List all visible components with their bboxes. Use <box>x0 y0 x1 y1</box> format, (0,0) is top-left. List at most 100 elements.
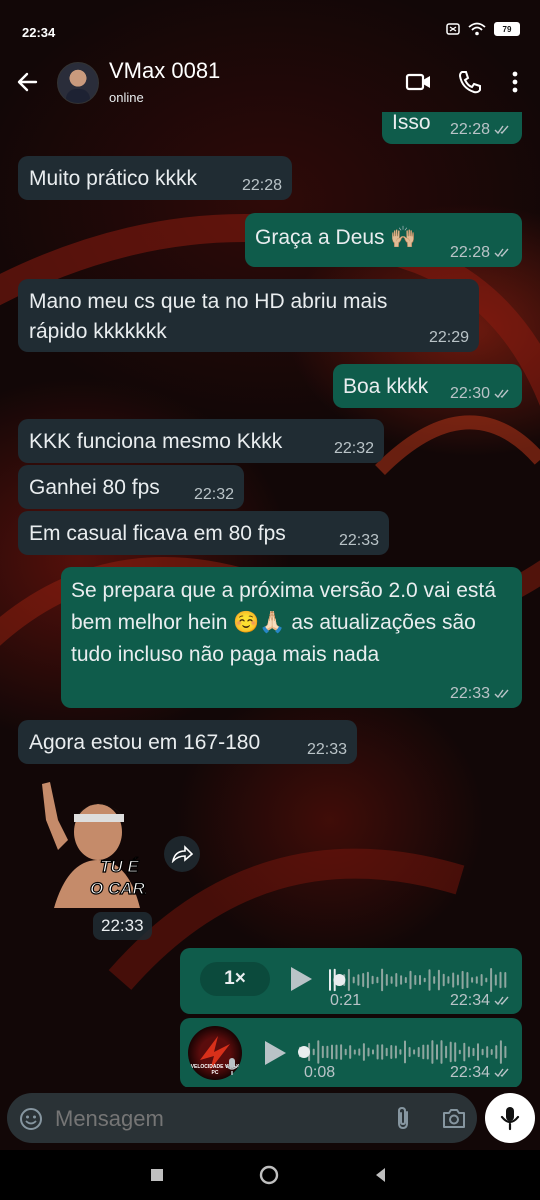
message-bubble-outgoing[interactable]: Boa kkkk 22:30 <box>333 364 522 408</box>
sticker-time: 22:33 <box>93 912 152 940</box>
mic-button[interactable] <box>485 1093 535 1143</box>
waveform-bar <box>352 976 355 984</box>
message-time: 22:33 <box>306 741 347 758</box>
message-list[interactable]: Isso 22:28 Muito prático kkkk 22:28 Graç… <box>0 112 540 1087</box>
waveform-bar <box>445 1045 448 1059</box>
audio-message[interactable]: 1× 0:21 22:34 <box>180 948 522 1014</box>
contact-name[interactable]: VMax 0081 <box>109 58 220 84</box>
message-bubble-outgoing[interactable]: Graça a Deus 🙌🏼 22:28 <box>245 213 522 267</box>
waveform-bar <box>381 1044 384 1060</box>
waveform-bar <box>480 974 483 986</box>
message-input[interactable] <box>53 1093 337 1145</box>
waveform-bar <box>394 1045 397 1059</box>
sim-icon <box>446 23 460 35</box>
waveform-bar <box>404 1040 406 1064</box>
status-icons: 79 <box>446 22 520 36</box>
waveform-bar <box>312 1048 315 1056</box>
double-check-icon <box>494 248 509 258</box>
waveform-bar <box>395 973 398 987</box>
message-time: 22:34 <box>449 1064 490 1081</box>
message-bubble-incoming[interactable]: Agora estou em 167-180 22:33 <box>18 720 357 764</box>
message-meta: 22:34 <box>450 1064 512 1082</box>
video-call-icon[interactable] <box>405 68 433 96</box>
recents-icon[interactable] <box>146 1164 168 1186</box>
waveform-bar <box>449 1041 452 1063</box>
waveform-bar <box>329 969 331 991</box>
status-time: 22:34 <box>22 25 56 40</box>
forward-icon[interactable] <box>164 836 200 872</box>
waveform-bar <box>414 975 417 985</box>
audio-waveform[interactable] <box>298 1038 508 1066</box>
message-bubble-incoming[interactable]: KKK funciona mesmo Kkkk 22:32 <box>18 419 384 463</box>
message-meta: 22:34 <box>450 992 512 1010</box>
message-time: 22:32 <box>333 440 374 457</box>
waveform-bar <box>376 1044 379 1060</box>
waveform-bar <box>390 976 393 984</box>
waveform-bar <box>463 1042 466 1062</box>
waveform-bar <box>335 1044 338 1060</box>
waveform-bar <box>472 1047 475 1057</box>
waveform-bar <box>326 1045 329 1059</box>
back-arrow-icon[interactable] <box>14 68 42 96</box>
emoji-icon[interactable] <box>19 1107 43 1131</box>
waveform-bar <box>376 976 379 984</box>
waveform-scrubber[interactable] <box>333 974 346 986</box>
message-meta: 22:28 <box>242 178 282 194</box>
message-bubble-incoming[interactable]: Em casual ficava em 80 fps 22:33 <box>18 511 389 555</box>
waveform-bar <box>340 1044 343 1060</box>
waveform-bar <box>385 974 388 986</box>
battery-icon: 79 <box>494 22 520 36</box>
message-bubble-incoming[interactable]: Muito prático kkkk 22:28 <box>18 156 292 200</box>
double-check-icon <box>494 389 509 399</box>
message-bubble-outgoing[interactable]: Isso 22:28 <box>382 112 522 144</box>
waveform-bar <box>409 970 412 990</box>
waveform-bar <box>404 977 407 984</box>
message-time: 22:28 <box>241 177 282 194</box>
waveform-bar <box>458 1049 461 1055</box>
double-check-icon <box>494 125 509 135</box>
audio-waveform[interactable] <box>328 966 508 994</box>
waveform-bar <box>413 1049 416 1055</box>
waveform-bar <box>447 976 450 984</box>
waveform-bar <box>481 1048 484 1056</box>
message-bubble-outgoing[interactable]: Se prepara que a próxima versão 2.0 vai … <box>61 567 522 708</box>
home-icon[interactable] <box>258 1164 280 1186</box>
waveform-bar <box>477 1043 479 1061</box>
message-time: 22:32 <box>193 486 234 503</box>
waveform-bar <box>442 973 445 987</box>
play-icon[interactable] <box>288 966 314 992</box>
waveform-bar <box>452 972 455 988</box>
message-meta: 22:29 <box>429 330 469 346</box>
voice-message[interactable]: VELOCIDADE VMAX PC 0:08 22:34 <box>180 1018 522 1087</box>
waveform-bar <box>485 977 488 983</box>
waveform-bar <box>349 1045 352 1059</box>
waveform-bar <box>499 971 502 989</box>
phone-icon[interactable] <box>456 68 484 96</box>
sticker-message[interactable]: TU É O CARA <box>28 780 158 908</box>
camera-icon[interactable] <box>441 1106 467 1130</box>
waveform-bar <box>408 1047 411 1057</box>
message-meta: 22:32 <box>194 487 234 503</box>
play-icon[interactable] <box>262 1040 288 1066</box>
waveform-scrubber[interactable] <box>298 1046 310 1058</box>
attach-icon[interactable] <box>391 1105 415 1131</box>
waveform-bar <box>499 1040 502 1064</box>
audio-duration: 0:08 <box>304 1064 336 1081</box>
status-bar: 22:34 79 <box>0 0 540 60</box>
nav-back-icon[interactable] <box>370 1164 392 1186</box>
waveform-bar <box>426 1044 429 1060</box>
waveform-bar <box>372 1049 374 1055</box>
waveform-bar <box>423 977 426 983</box>
message-bubble-incoming[interactable]: Mano meu cs que ta no HD abriu mais rápi… <box>18 279 479 352</box>
playback-speed-button[interactable]: 1× <box>200 962 270 996</box>
waveform-bar <box>390 1045 393 1059</box>
sticker-caption-1: TU É <box>100 857 139 876</box>
message-bubble-incoming[interactable]: Ganhei 80 fps 22:32 <box>18 465 244 509</box>
contact-avatar[interactable] <box>57 62 99 104</box>
waveform-bar <box>385 1047 388 1057</box>
waveform-bar <box>440 1040 443 1064</box>
more-vert-icon[interactable] <box>501 68 529 96</box>
waveform-bar <box>466 972 469 989</box>
message-text: Agora estou em 167-180 <box>29 731 261 754</box>
message-text: Em casual ficava em 80 fps <box>29 522 286 545</box>
